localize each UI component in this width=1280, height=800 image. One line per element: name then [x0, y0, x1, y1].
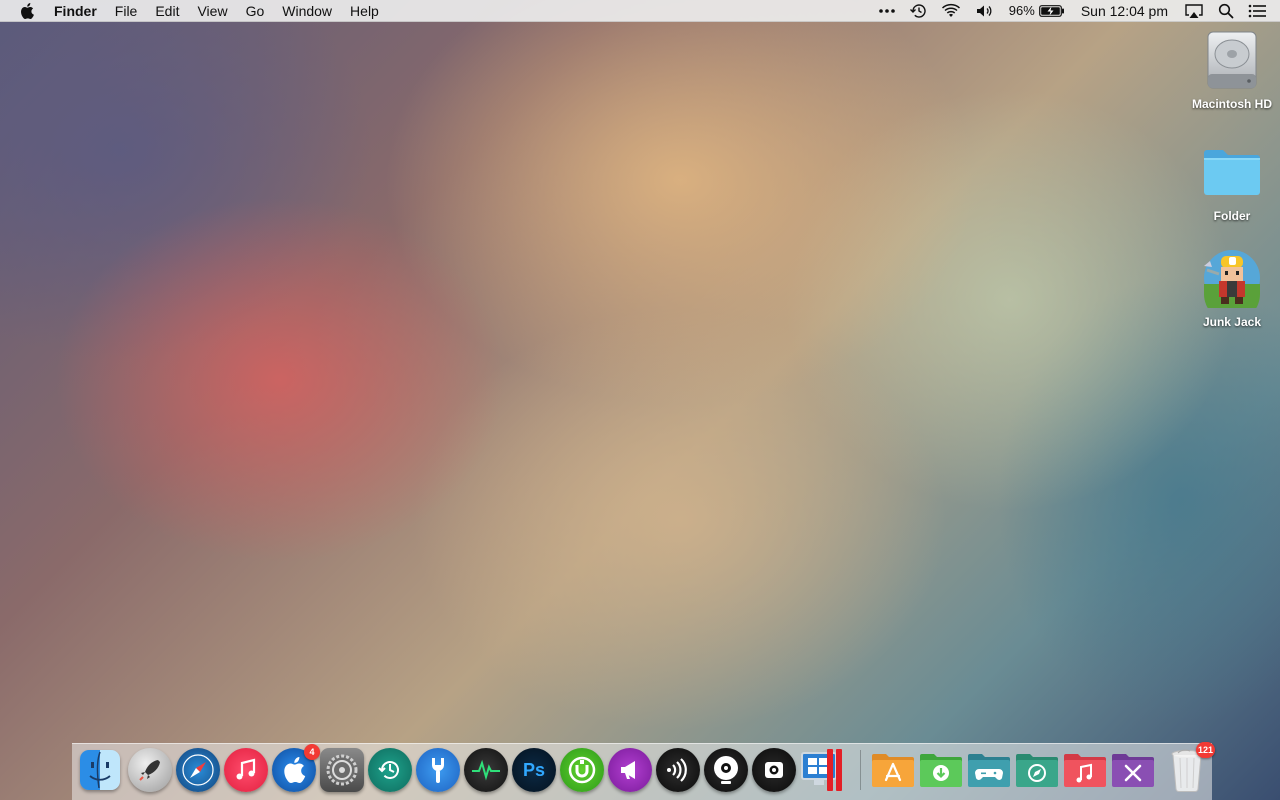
games-folder-icon: [968, 754, 1010, 787]
dock-utilities-folder[interactable]: [1111, 748, 1155, 792]
downloads-folder-icon: [920, 754, 962, 787]
dock-separator: [860, 750, 861, 790]
dock-games-folder[interactable]: [967, 748, 1011, 792]
parallels-windows-icon: [801, 749, 842, 791]
dock-activity-monitor[interactable]: [464, 748, 508, 792]
dock-audio-app[interactable]: [656, 748, 700, 792]
menu-view[interactable]: View: [188, 0, 236, 22]
volume-icon[interactable]: [975, 0, 995, 22]
dock-safari-folder[interactable]: [1015, 748, 1059, 792]
menu-bar: Finder File Edit View Go Window Help 96%…: [0, 0, 1280, 22]
time-machine-icon: [378, 761, 399, 779]
dock-finder[interactable]: [80, 750, 120, 790]
menu-go[interactable]: Go: [237, 0, 274, 22]
menu-help[interactable]: Help: [341, 0, 388, 22]
desktop-icon-label: Junk Jack: [1202, 315, 1262, 329]
screenshot-app-icon: [765, 762, 783, 778]
system-preferences-icon: [326, 754, 358, 786]
photoshop-icon: Ps: [522, 759, 546, 780]
launchpad-icon: [139, 760, 160, 781]
audio-app-icon: [667, 758, 687, 782]
app-store-icon: [284, 757, 306, 783]
desktop-icon-junk-jack[interactable]: Junk Jack: [1187, 246, 1277, 330]
desktop-icon-macintosh-hd[interactable]: Macintosh HD: [1187, 28, 1277, 112]
music-folder-icon: [1064, 754, 1106, 787]
dock-safari[interactable]: [176, 748, 220, 792]
hard-drive-icon: [1200, 28, 1264, 92]
battery-percentage[interactable]: 96%: [1009, 0, 1035, 22]
menu-edit[interactable]: Edit: [146, 0, 188, 22]
dock-app-store[interactable]: 4: [272, 744, 320, 792]
disc-app-icon: [714, 756, 738, 784]
spotlight-search-icon[interactable]: [1218, 0, 1234, 22]
junk-jack-app-icon: [1200, 246, 1264, 310]
dock-photoshop[interactable]: Ps: [512, 748, 556, 792]
dock-parallels-windows[interactable]: [800, 748, 848, 792]
safari-icon: [182, 754, 214, 786]
utility-tool-icon: [432, 758, 444, 783]
safari-folder-icon: [1016, 754, 1058, 787]
desktop-icon-folder[interactable]: Folder: [1187, 140, 1277, 224]
dock-trash[interactable]: 121: [1165, 742, 1215, 792]
dock-downloads-folder[interactable]: [919, 748, 963, 792]
dock-disc-app[interactable]: [704, 748, 748, 792]
trash-badge: 121: [1195, 742, 1215, 758]
menu-app-finder[interactable]: Finder: [54, 0, 106, 22]
menu-clock[interactable]: Sun 12:04 pm: [1081, 0, 1168, 22]
dock-megaphone-app[interactable]: [608, 748, 652, 792]
dock-launchpad[interactable]: [128, 748, 172, 792]
itunes-icon: [236, 758, 256, 780]
utilities-folder-icon: [1112, 754, 1154, 787]
dock-utility-tool[interactable]: [416, 748, 460, 792]
battery-charging-icon[interactable]: [1038, 4, 1065, 17]
desktop-icon-label: Folder: [1213, 209, 1251, 223]
wifi-icon[interactable]: [941, 0, 961, 22]
dock-music-folder[interactable]: [1063, 748, 1107, 792]
activity-monitor-icon: [472, 759, 500, 781]
menu-file[interactable]: File: [106, 0, 147, 22]
dock-screenshot-app[interactable]: [752, 748, 796, 792]
dock-utorrent[interactable]: [560, 748, 604, 792]
folder-icon: [1200, 140, 1264, 204]
dock-applications-folder[interactable]: [871, 748, 915, 792]
applications-folder-icon: [872, 754, 914, 787]
desktop-icon-label: Macintosh HD: [1192, 97, 1273, 111]
more-dots-icon[interactable]: [878, 0, 895, 22]
app-store-badge: 4: [304, 744, 320, 760]
utorrent-icon: [568, 756, 596, 784]
notification-center-icon[interactable]: [1248, 0, 1266, 22]
time-machine-status-icon[interactable]: [909, 0, 927, 22]
megaphone-app-icon: [621, 761, 635, 779]
dock-system-preferences[interactable]: [320, 748, 364, 792]
apple-menu-icon[interactable]: [20, 2, 36, 19]
dock-itunes[interactable]: [224, 748, 268, 792]
finder-icon: [89, 751, 111, 789]
airplay-icon[interactable]: [1184, 0, 1204, 22]
menu-window[interactable]: Window: [273, 0, 341, 22]
dock-items: 4 Ps 121: [80, 742, 1215, 795]
dock-time-machine[interactable]: [368, 748, 412, 792]
